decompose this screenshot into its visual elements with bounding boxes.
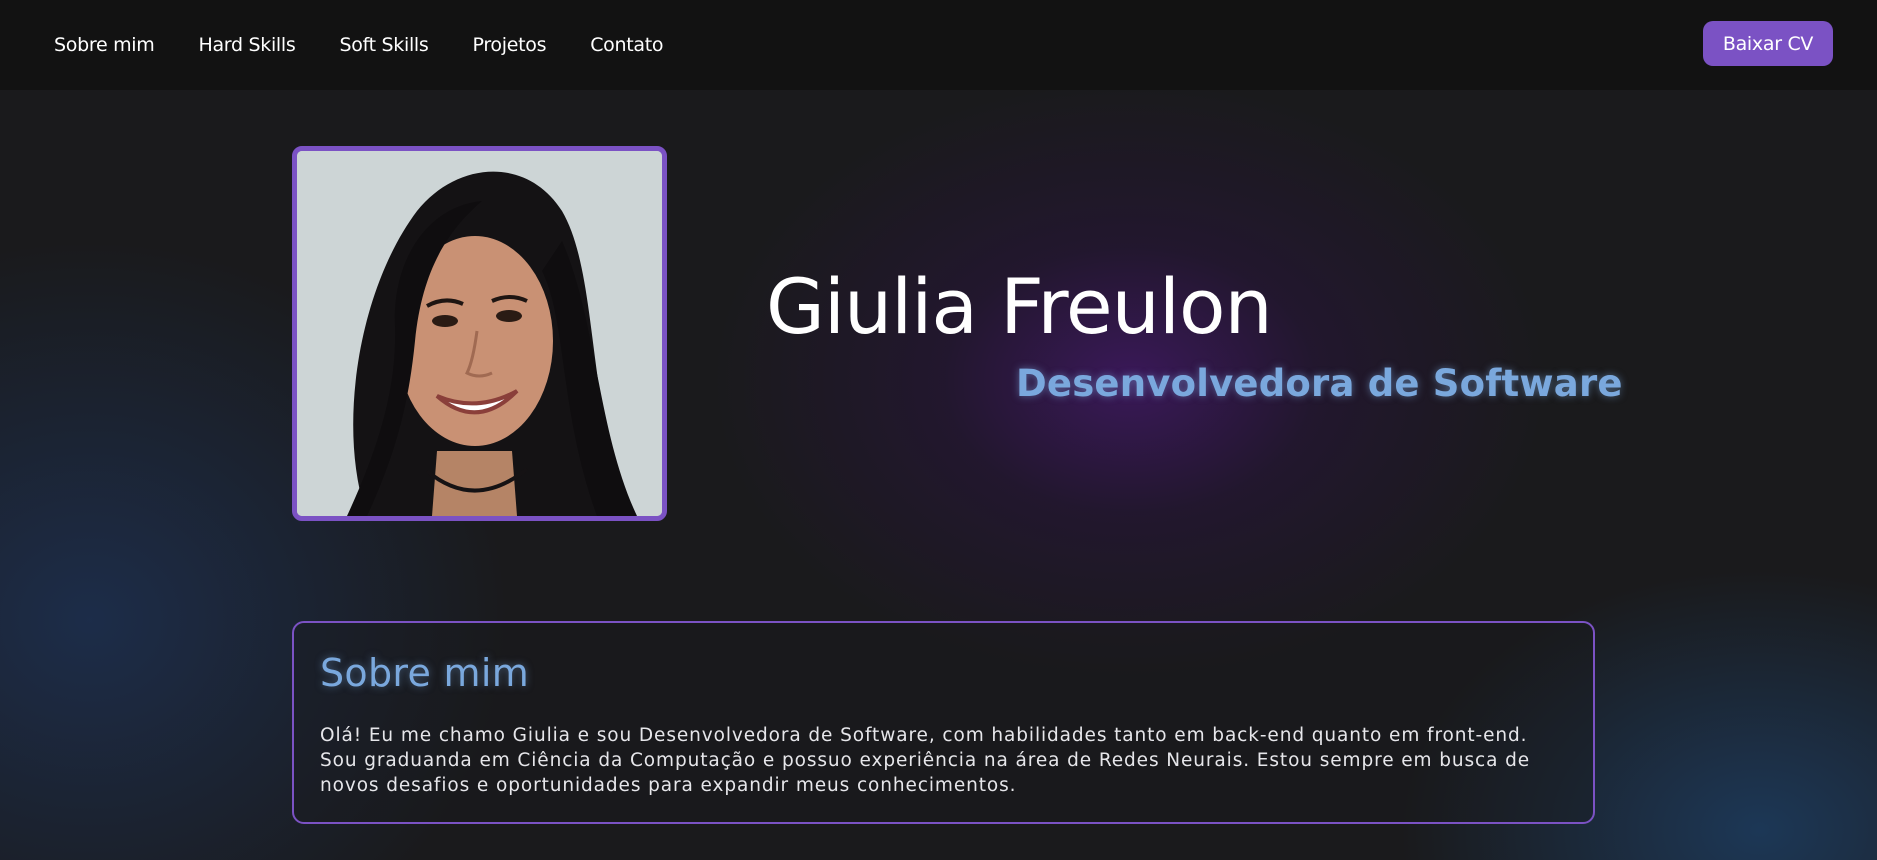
hero-name: Giulia Freulon [766,262,1273,351]
navbar: Sobre mim Hard Skills Soft Skills Projet… [0,0,1877,90]
profile-photo-illustration [297,151,662,516]
about-card: Sobre mim Olá! Eu me chamo Giulia e sou … [292,621,1595,824]
profile-photo [292,146,667,521]
nav-link-sobre-mim[interactable]: Sobre mim [54,34,155,56]
download-cv-button[interactable]: Baixar CV [1703,21,1833,66]
nav-link-projetos[interactable]: Projetos [473,34,547,56]
nav-link-contato[interactable]: Contato [590,34,663,56]
nav-link-hard-skills[interactable]: Hard Skills [198,34,295,56]
hero-role: Desenvolvedora de Software [1016,362,1623,405]
nav-links: Sobre mim Hard Skills Soft Skills Projet… [54,0,707,90]
nav-link-soft-skills[interactable]: Soft Skills [339,34,428,56]
about-text: Olá! Eu me chamo Giulia e sou Desenvolve… [320,725,1531,796]
about-title: Sobre mim [320,651,530,695]
